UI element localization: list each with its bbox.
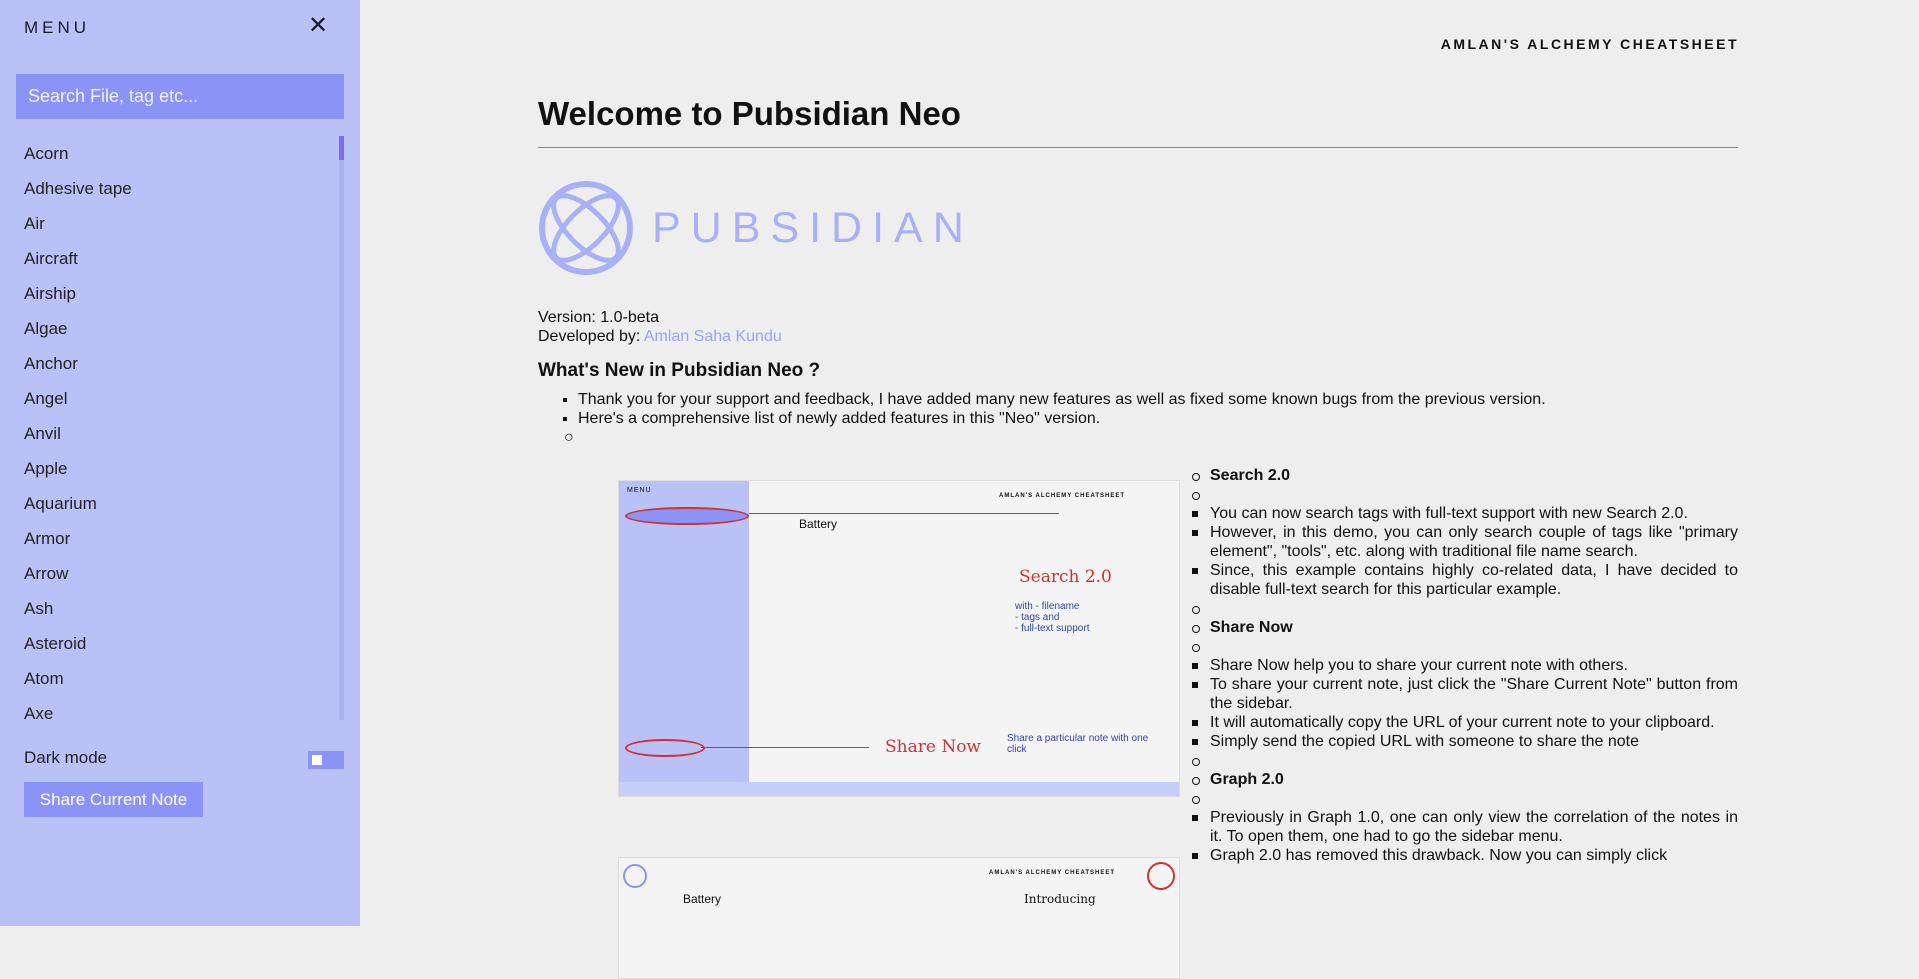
sidebar-item-arrow[interactable]: Arrow	[0, 556, 340, 591]
screenshot-header: AMLAN'S ALCHEMY CHEATSHEET	[989, 870, 1115, 876]
intro-list: Thank you for your support and feedback,…	[538, 390, 1738, 428]
sidebar-item-aircraft[interactable]: Aircraft	[0, 241, 340, 276]
list-item: It will automatically copy the URL of yo…	[1186, 713, 1738, 732]
sidebar-item-angel[interactable]: Angel	[0, 381, 340, 416]
sidebar-item-adhesive-tape[interactable]: Adhesive tape	[0, 171, 340, 206]
empty-sub-bullet	[1186, 599, 1738, 618]
features-list: Search 2.0 You can now search tags with …	[1186, 466, 1738, 865]
note-content: Welcome to Pubsidian Neo PUBSIDIAN Versi…	[538, 95, 1738, 447]
scrollbar-thumb[interactable]	[339, 136, 344, 160]
feature-title: Share Now	[1186, 618, 1738, 637]
sidebar-item-acorn[interactable]: Acorn	[0, 136, 340, 171]
sidebar-item-ash[interactable]: Ash	[0, 591, 340, 626]
search-share-screenshot: MENU AMLAN'S ALCHEMY CHEATSHEET Battery …	[618, 480, 1180, 797]
screenshot-annotation: Introducing	[1024, 892, 1096, 906]
screenshot-footer	[619, 782, 1179, 796]
developer-link[interactable]: Amlan Saha Kundu	[644, 328, 782, 345]
list-item: Graph 2.0 has removed this drawback. Now…	[1186, 846, 1738, 865]
sidebar-item-aquarium[interactable]: Aquarium	[0, 486, 340, 521]
feature-screenshots: MENU AMLAN'S ALCHEMY CHEATSHEET Battery …	[618, 480, 1180, 979]
list-item: Here's a comprehensive list of newly add…	[578, 409, 1738, 428]
list-item: You can now search tags with full-text s…	[1186, 504, 1738, 523]
screenshot-menu-icon	[623, 864, 647, 888]
list-item: Thank you for your support and feedback,…	[578, 390, 1738, 409]
screenshot-note-title: Battery	[683, 892, 722, 906]
empty-sub-bullet	[1186, 485, 1738, 504]
screenshot-graph-icon	[1147, 862, 1175, 890]
sidebar-item-anvil[interactable]: Anvil	[0, 416, 340, 451]
file-list: Acorn Adhesive tape Air Aircraft Airship…	[0, 136, 340, 720]
developer-line: Developed by: Amlan Saha Kundu	[538, 327, 1738, 346]
list-item: Simply send the copied URL with someone …	[1186, 732, 1738, 751]
share-annotation: Share Now	[885, 737, 981, 757]
sidebar-item-atom[interactable]: Atom	[0, 661, 340, 696]
search-input[interactable]	[16, 74, 344, 119]
version-text: Version: 1.0-beta	[538, 309, 659, 326]
screenshot-search-highlight	[625, 507, 749, 525]
sidebar-item-asteroid[interactable]: Asteroid	[0, 626, 340, 661]
list-item: Share Now help you to share your current…	[1186, 656, 1738, 675]
screenshot-header: AMLAN'S ALCHEMY CHEATSHEET	[999, 493, 1125, 499]
empty-sub-bullet: ○	[564, 429, 574, 446]
annotation-line	[701, 747, 869, 748]
sidebar-scrollbar[interactable]	[339, 136, 344, 720]
screenshot-menu-label: MENU	[627, 487, 652, 494]
share-annotation-detail: Share a particular note with one click	[1007, 733, 1149, 755]
annotation-line	[749, 513, 1059, 514]
whats-new-heading: What's New in Pubsidian Neo ?	[538, 360, 821, 381]
logo-text: PUBSIDIAN	[652, 203, 974, 252]
sidebar-item-axe[interactable]: Axe	[0, 696, 340, 720]
empty-sub-bullet	[1186, 637, 1738, 656]
list-item: Previously in Graph 1.0, one can only vi…	[1186, 808, 1738, 846]
meta-info: Version: 1.0-beta Developed by: Amlan Sa…	[538, 308, 1738, 346]
dark-mode-row: Dark mode	[24, 748, 344, 772]
page-title: Welcome to Pubsidian Neo	[538, 95, 1738, 148]
pubsidian-logo: PUBSIDIAN	[538, 180, 1738, 276]
dark-mode-toggle[interactable]	[308, 751, 344, 769]
dark-mode-label: Dark mode	[24, 748, 108, 767]
sidebar: MENU ✕ Acorn Adhesive tape Air Aircraft …	[0, 0, 360, 926]
graph-screenshot: AMLAN'S ALCHEMY CHEATSHEET Battery Intro…	[618, 857, 1180, 979]
sidebar-item-air[interactable]: Air	[0, 206, 340, 241]
screenshot-share-highlight	[625, 739, 705, 757]
sidebar-item-anchor[interactable]: Anchor	[0, 346, 340, 381]
site-title[interactable]: AMLAN'S ALCHEMY CHEATSHEET	[1300, 36, 1739, 52]
developer-label: Developed by:	[538, 328, 644, 345]
search-annotation: Search 2.0	[1019, 567, 1112, 587]
screenshot-note-title: Battery	[799, 517, 838, 531]
share-current-note-button[interactable]: Share Current Note	[24, 782, 203, 817]
list-item: To share your current note, just click t…	[1186, 675, 1738, 713]
feature-title: Search 2.0	[1186, 466, 1738, 485]
list-item: However, in this demo, you can only sear…	[1186, 523, 1738, 561]
menu-title: MENU	[24, 18, 91, 37]
search-annotation-detail: with - filename - tags and - full-text s…	[1015, 601, 1090, 634]
sidebar-item-algae[interactable]: Algae	[0, 311, 340, 346]
feature-title: Graph 2.0	[1186, 770, 1738, 789]
list-item: Since, this example contains highly co-r…	[1186, 561, 1738, 599]
sidebar-item-apple[interactable]: Apple	[0, 451, 340, 486]
close-icon[interactable]: ✕	[308, 14, 328, 38]
pubsidian-logo-icon	[539, 181, 633, 275]
empty-sub-bullet	[1186, 751, 1738, 770]
empty-sub-bullet	[1186, 789, 1738, 808]
sidebar-item-airship[interactable]: Airship	[0, 276, 340, 311]
toggle-knob	[312, 755, 322, 765]
sidebar-item-armor[interactable]: Armor	[0, 521, 340, 556]
